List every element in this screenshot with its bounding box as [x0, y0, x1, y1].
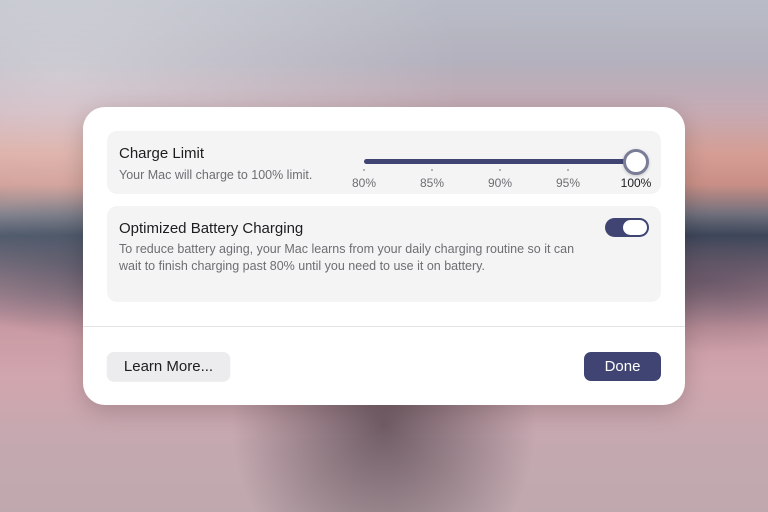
charge-limit-title: Charge Limit: [119, 145, 205, 162]
slider-track[interactable]: [364, 159, 636, 164]
slider-tick-mark: [567, 169, 569, 171]
optimized-charging-section: Optimized Battery Charging To reduce bat…: [107, 206, 661, 302]
learn-more-button[interactable]: Learn More...: [107, 352, 230, 381]
slider-tick-label: 90%: [487, 176, 513, 190]
slider-tick-label: 80%: [351, 176, 377, 190]
done-button[interactable]: Done: [584, 352, 661, 381]
charge-limit-slider[interactable]: 80% 85% 90% 95% 100%: [352, 145, 652, 191]
charge-limit-subtitle: Your Mac will charge to 100% limit.: [119, 168, 313, 182]
optimized-charging-description: To reduce battery aging, your Mac learns…: [119, 242, 575, 273]
dialog-divider: [83, 326, 685, 327]
slider-thumb[interactable]: [623, 149, 649, 175]
battery-settings-dialog: Charge Limit Your Mac will charge to 100…: [83, 107, 685, 405]
slider-tick-mark: [499, 169, 501, 171]
slider-tick-label: 100%: [620, 176, 652, 190]
charge-limit-section: Charge Limit Your Mac will charge to 100…: [107, 131, 661, 194]
slider-tick-mark: [431, 169, 433, 171]
slider-tick-mark: [363, 169, 365, 171]
slider-tick-label: 95%: [555, 176, 581, 190]
toggle-knob: [623, 220, 647, 235]
optimized-charging-title: Optimized Battery Charging: [119, 220, 304, 237]
optimized-charging-toggle[interactable]: [605, 218, 649, 237]
slider-fill: [364, 159, 636, 164]
slider-tick-label: 85%: [419, 176, 445, 190]
